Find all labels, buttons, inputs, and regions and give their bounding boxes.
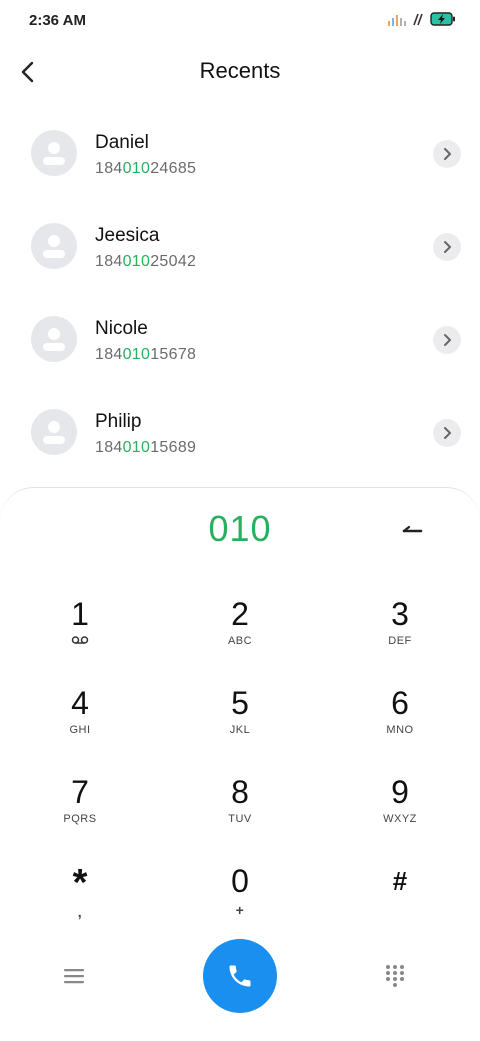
key-letters: MNO (386, 724, 414, 736)
contact-name: Daniel (95, 132, 149, 153)
key-letters: DEF (388, 635, 412, 647)
status-time: 2:36 AM (29, 12, 86, 29)
key-0[interactable]: 0 + (160, 844, 320, 933)
key-9[interactable]: 9 WXYZ (320, 755, 480, 844)
phone-icon (229, 965, 251, 987)
bottom-action-bar (0, 936, 480, 1016)
key-letters: ABC (227, 635, 253, 647)
battery-charging-icon (430, 12, 456, 31)
key-digit: 2 (231, 596, 249, 632)
key-5[interactable]: 5 JKL (160, 666, 320, 755)
key-6[interactable]: 6 MNO (320, 666, 480, 755)
key-letters: + (235, 902, 245, 918)
keypad-toggle-button[interactable] (383, 962, 407, 990)
avatar (31, 130, 77, 176)
key-letters: , (77, 904, 83, 920)
page-title: Recents (199, 58, 281, 83)
key-letters (320, 902, 480, 916)
person-icon (43, 328, 65, 351)
contact-row[interactable]: Philip 18401015689 (0, 386, 480, 479)
contact-row[interactable]: Nicole 18401015678 (0, 293, 480, 386)
key-letters: PQRS (63, 813, 97, 825)
header: Recents (0, 44, 480, 100)
key-letters: JKL (229, 724, 251, 736)
key-digit: 5 (231, 685, 249, 721)
contact-number: 18401015689 (95, 439, 197, 456)
dialpad-icon (386, 965, 404, 987)
chevron-right-icon (444, 148, 451, 160)
contact-number: 18401024685 (95, 160, 197, 177)
key-4[interactable]: 4 GHI (0, 666, 160, 755)
backspace-icon (402, 525, 423, 533)
key-7[interactable]: 7 PQRS (0, 755, 160, 844)
contact-name: Philip (95, 411, 142, 432)
dialer-panel: 010 1 2 ABC 3 DEF 4 GHI 5 JKL 6 MNO 7 PQ… (0, 487, 480, 1041)
key-digit: 6 (391, 685, 409, 721)
status-bar: 2:36 AM (0, 0, 480, 44)
contact-name: Nicole (95, 318, 148, 339)
key-star[interactable]: * , (0, 844, 160, 933)
contact-number: 18401015678 (95, 346, 197, 363)
contact-detail-button[interactable] (433, 326, 461, 354)
chevron-right-icon (444, 334, 451, 346)
recents-list: Daniel 18401024685 Jeesica 18401025042 N… (0, 107, 480, 479)
key-digit: 8 (231, 774, 249, 810)
contact-detail-button[interactable] (433, 140, 461, 168)
avatar (31, 223, 77, 269)
key-digit: 3 (391, 596, 409, 632)
menu-icon (64, 969, 84, 984)
key-2[interactable]: 2 ABC (160, 577, 320, 666)
call-button[interactable] (203, 939, 277, 1013)
key-digit: 4 (71, 685, 89, 721)
person-icon (43, 142, 65, 165)
key-letters: TUV (228, 813, 252, 825)
key-letters: GHI (69, 724, 91, 736)
person-icon (43, 235, 65, 258)
key-digit: 0 (231, 863, 249, 899)
key-digit: 1 (71, 596, 89, 632)
key-3[interactable]: 3 DEF (320, 577, 480, 666)
key-digit: * (72, 862, 88, 904)
menu-button[interactable] (60, 964, 88, 988)
chevron-right-icon (444, 427, 451, 439)
contact-detail-button[interactable] (433, 419, 461, 447)
person-icon (43, 421, 65, 444)
key-hash[interactable]: # (320, 844, 480, 933)
key-1[interactable]: 1 (0, 577, 160, 666)
contact-row[interactable]: Jeesica 18401025042 (0, 200, 480, 293)
contact-detail-button[interactable] (433, 233, 461, 261)
signal-icon (388, 12, 406, 31)
key-digit: 9 (391, 774, 409, 810)
status-icons (388, 12, 456, 31)
backspace-button[interactable] (396, 518, 426, 540)
wifi-icon (412, 12, 424, 31)
key-letters: WXYZ (383, 813, 417, 825)
key-digit: # (392, 866, 408, 896)
voicemail-icon (0, 635, 160, 649)
avatar (31, 409, 77, 455)
contact-row[interactable]: Daniel 18401024685 (0, 107, 480, 200)
chevron-right-icon (444, 241, 451, 253)
contact-name: Jeesica (95, 225, 160, 246)
contact-number: 18401025042 (95, 253, 197, 270)
key-digit: 7 (71, 774, 89, 810)
avatar (31, 316, 77, 362)
key-8[interactable]: 8 TUV (160, 755, 320, 844)
